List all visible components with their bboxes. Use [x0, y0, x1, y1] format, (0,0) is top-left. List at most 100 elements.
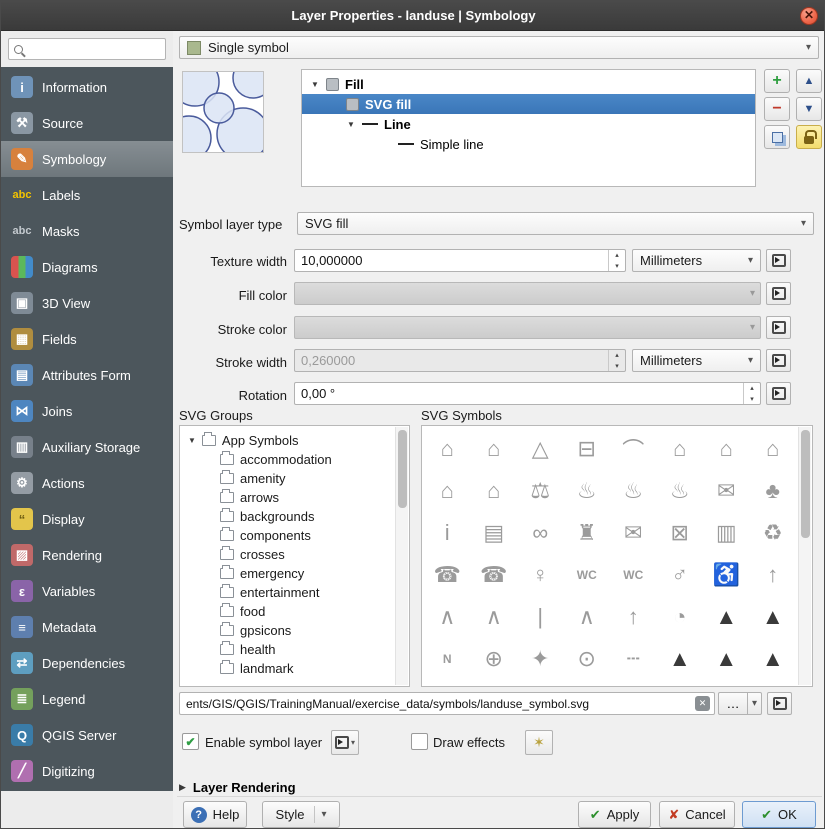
chevron-down-icon[interactable]: ▾	[321, 809, 326, 820]
svg-symbol[interactable]: ♂	[657, 554, 704, 596]
svg-group-item[interactable]: food	[180, 602, 409, 621]
titlebar[interactable]: Layer Properties - landuse | Symbology ✕	[1, 1, 825, 31]
browse-dropdown-button[interactable]: ▾	[748, 692, 762, 715]
duplicate-symbol-layer-button[interactable]	[764, 125, 790, 149]
sidebar-item-information[interactable]: iInformation	[1, 69, 173, 105]
layer-rendering-section[interactable]: ▶ Layer Rendering	[179, 780, 296, 795]
add-symbol-layer-button[interactable]: +	[764, 69, 790, 93]
svg-symbol[interactable]: WC	[610, 554, 657, 596]
rotation-input[interactable]	[295, 383, 743, 404]
close-icon[interactable]: ✕	[800, 7, 818, 25]
svg-symbol[interactable]: ▲	[703, 596, 750, 638]
svg-symbol[interactable]: ⌂	[424, 470, 471, 512]
svg-symbol[interactable]: ♨	[657, 470, 704, 512]
enable-symbol-layer-checkbox[interactable]: ✔	[182, 733, 199, 750]
svg-symbol[interactable]: ▤	[471, 512, 518, 554]
svg-group-item[interactable]: amenity	[180, 469, 409, 488]
spin-down-icon[interactable]: ▾	[609, 261, 625, 272]
sidebar-item-display[interactable]: “Display	[1, 501, 173, 537]
svg-symbol[interactable]: |	[517, 596, 564, 638]
svg-symbol[interactable]: ♨	[564, 470, 611, 512]
groups-scrollbar[interactable]	[395, 427, 408, 685]
remove-symbol-layer-button[interactable]: −	[764, 97, 790, 121]
svg-symbol[interactable]: ♿	[703, 554, 750, 596]
sidebar-item-labels[interactable]: abcLabels	[1, 177, 173, 213]
svg-group-item[interactable]: health	[180, 640, 409, 659]
svg-symbol[interactable]: ⊙	[564, 638, 611, 680]
svg-symbol[interactable]: ♣	[750, 470, 797, 512]
svg-symbol[interactable]: ┄	[610, 638, 657, 680]
svg-group-root[interactable]: ▼ App Symbols	[180, 431, 409, 450]
clear-icon[interactable]: ✕	[695, 696, 710, 711]
sidebar-item-attributes-form[interactable]: ▤Attributes Form	[1, 357, 173, 393]
svg-group-item[interactable]: components	[180, 526, 409, 545]
sidebar-item-rendering[interactable]: ▨Rendering	[1, 537, 173, 573]
svg-group-item[interactable]: arrows	[180, 488, 409, 507]
style-button[interactable]: Style ▾	[262, 801, 340, 828]
svg-group-item[interactable]: gpsicons	[180, 621, 409, 640]
svg-symbol[interactable]: ▲	[703, 638, 750, 680]
svg-symbol[interactable]: ☎	[471, 554, 518, 596]
svg-path-data-defined-button[interactable]	[767, 692, 792, 715]
svg-symbol[interactable]: ⌂	[424, 428, 471, 470]
fill-color-data-defined-button[interactable]	[766, 282, 791, 305]
svg-symbol[interactable]: ♀	[517, 554, 564, 596]
svg-symbol[interactable]: ∧	[424, 596, 471, 638]
tree-row-fill[interactable]: ▼ Fill	[302, 74, 755, 94]
svg-symbol[interactable]: ⊕	[471, 638, 518, 680]
effects-options-button[interactable]: ✶	[525, 730, 553, 755]
svg-path-field[interactable]: ✕	[179, 692, 715, 715]
cancel-button[interactable]: ✘ Cancel	[659, 801, 735, 828]
svg-group-item[interactable]: backgrounds	[180, 507, 409, 526]
sidebar-item-3d-view[interactable]: ▣3D View	[1, 285, 173, 321]
svg-path-input[interactable]	[180, 697, 695, 711]
sidebar-item-variables[interactable]: εVariables	[1, 573, 173, 609]
symbol-mode-combo[interactable]: Single symbol ▾	[179, 36, 819, 59]
svg-symbol[interactable]: ▥	[703, 512, 750, 554]
texture-width-data-defined-button[interactable]	[766, 249, 791, 272]
svg-symbol[interactable]: ▲	[750, 638, 797, 680]
settings-search-box[interactable]	[8, 38, 166, 60]
svg-symbol[interactable]: ▲	[750, 596, 797, 638]
browse-button[interactable]: …	[718, 692, 748, 715]
svg-symbol[interactable]: ⌒	[610, 428, 657, 470]
sidebar-item-metadata[interactable]: ≡Metadata	[1, 609, 173, 645]
svg-symbol[interactable]: N	[424, 638, 471, 680]
sidebar-item-dependencies[interactable]: ⇄Dependencies	[1, 645, 173, 681]
svg-group-item[interactable]: entertainment	[180, 583, 409, 602]
rotation-spinbox[interactable]: ▴ ▾	[294, 382, 761, 405]
sidebar-item-digitizing[interactable]: ╱Digitizing	[1, 753, 173, 789]
svg-symbol[interactable]: ♜	[564, 512, 611, 554]
svg-symbol[interactable]: ◔	[657, 596, 704, 638]
svg-symbol[interactable]: ♨	[610, 470, 657, 512]
scrollbar-thumb[interactable]	[398, 430, 407, 508]
svg-symbol[interactable]: ↑	[750, 554, 797, 596]
stroke-color-data-defined-button[interactable]	[766, 316, 791, 339]
spin-up-icon[interactable]: ▴	[744, 383, 760, 394]
spin-up-icon[interactable]: ▴	[609, 250, 625, 261]
svg-symbol[interactable]: ⌂	[703, 428, 750, 470]
texture-width-unit-combo[interactable]: Millimeters ▾	[632, 249, 761, 272]
help-button[interactable]: ? Help	[183, 801, 247, 828]
svg-symbol[interactable]: ∞	[517, 512, 564, 554]
ok-button[interactable]: ✔ OK	[742, 801, 816, 828]
svg-symbol[interactable]: ⊠	[657, 512, 704, 554]
sidebar-item-fields[interactable]: ▦Fields	[1, 321, 173, 357]
tree-row-svg-fill[interactable]: SVG fill	[302, 94, 755, 114]
stroke-width-unit-combo[interactable]: Millimeters ▾	[632, 349, 761, 372]
expander-open-icon[interactable]: ▼	[188, 436, 196, 445]
svg-symbol[interactable]: ⌂	[471, 470, 518, 512]
spin-buttons[interactable]: ▴ ▾	[608, 250, 625, 271]
svg-symbol[interactable]: ↑	[610, 596, 657, 638]
search-input[interactable]	[28, 42, 160, 56]
stroke-width-data-defined-button[interactable]	[766, 349, 791, 372]
svg-symbol[interactable]: WC	[564, 554, 611, 596]
tree-row-simple-line[interactable]: Simple line	[302, 134, 755, 154]
svg-symbol[interactable]: ⊟	[564, 428, 611, 470]
svg-symbol[interactable]: ♻	[750, 512, 797, 554]
sidebar-item-legend[interactable]: ≣Legend	[1, 681, 173, 717]
sidebar-item-masks[interactable]: abcMasks	[1, 213, 173, 249]
svg-symbol[interactable]: ⌂	[471, 428, 518, 470]
svg-symbol[interactable]: ✦	[517, 638, 564, 680]
svg-symbol[interactable]: ⌂	[750, 428, 797, 470]
